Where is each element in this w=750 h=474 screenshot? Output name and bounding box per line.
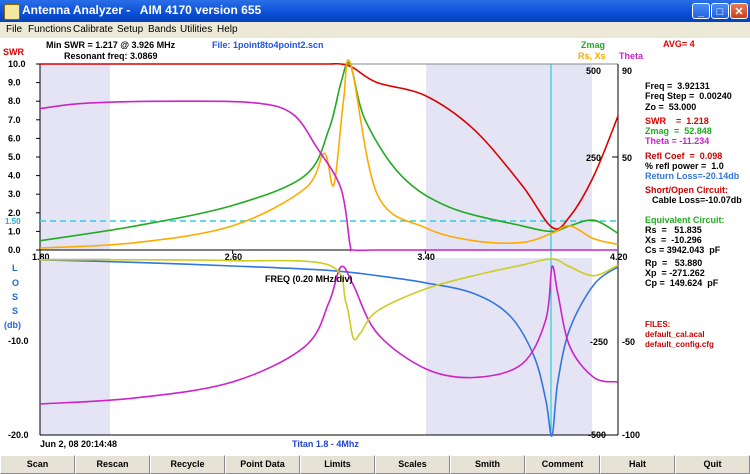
app-icon <box>4 4 20 20</box>
readout-zo: Zo = 53.000 <box>645 102 697 112</box>
rsxs-legend: Rs, Xs <box>578 51 606 61</box>
maximize-button[interactable]: □ <box>711 3 729 19</box>
readout-cp: Cp = 149.624 pF <box>645 278 719 288</box>
swr-tick-label: 3.0 <box>8 189 21 199</box>
readout-step: Freq Step = 0.00240 <box>645 91 732 101</box>
menu-utilities[interactable]: Utilities <box>180 24 212 35</box>
menu-functions[interactable]: Functions <box>28 24 71 35</box>
menu-bar: File Functions Calibrate Setup Bands Uti… <box>0 22 750 38</box>
cal-file: default_cal.acal <box>645 330 705 339</box>
swr-tick-label: 0.0 <box>8 245 21 255</box>
band-lower-80m <box>426 258 592 435</box>
rl-tick-20: -20.0 <box>8 430 29 440</box>
theta-legend: Theta <box>619 51 644 61</box>
readout-short-open: Short/Open Circuit: <box>645 185 728 195</box>
avg-text: AVG= 4 <box>663 39 695 49</box>
recycle-button[interactable]: Recycle <box>150 455 225 474</box>
readout-refl-coef: Refl Coef = 0.098 <box>645 151 723 161</box>
readout-xp: Xp = -271.262 <box>645 268 705 278</box>
swr-tick-label: 5.0 <box>8 152 21 162</box>
smith-button[interactable]: Smith <box>450 455 525 474</box>
x-axis-label: FREQ (0.20 MHz/div) <box>265 274 353 284</box>
readout-cs: Cs = 3942.043 pF <box>645 245 721 255</box>
lower-tick-m500: -500 <box>588 430 606 440</box>
band-upper-80m <box>426 64 592 250</box>
loss-label-s2: S <box>12 306 18 316</box>
menu-setup[interactable]: Setup <box>117 24 143 35</box>
swr-tick-label: 4.0 <box>8 171 21 181</box>
menu-file[interactable]: File <box>6 24 22 35</box>
minimize-button[interactable]: _ <box>692 3 710 19</box>
comment-button[interactable]: Comment <box>525 455 600 474</box>
loss-label-o: O <box>12 278 19 288</box>
model-text: Titan 1.8 - 4Mhz <box>292 439 359 449</box>
files-heading: FILES: <box>645 320 671 329</box>
lower-tick-m50: -50 <box>622 337 635 347</box>
readout-return-loss: Return Loss=-20.14db <box>645 171 740 181</box>
min-swr-text: Min SWR = 1.217 @ 3.926 MHz <box>46 40 176 50</box>
window-title: Antenna Analyzer - AIM 4170 version 655 <box>22 3 262 17</box>
x-tick-label: 4.20 <box>610 252 628 262</box>
close-button[interactable]: ✕ <box>730 3 748 19</box>
limits-button[interactable]: Limits <box>300 455 375 474</box>
z-tick-500: 500 <box>586 66 601 76</box>
config-file: default_config.cfg <box>645 340 714 349</box>
quit-button[interactable]: Quit <box>675 455 750 474</box>
loss-label-s1: S <box>12 292 18 302</box>
readout-zmag: Zmag = 52.848 <box>645 126 712 136</box>
swr-tick-label: 6.0 <box>8 133 21 143</box>
scan-button[interactable]: Scan <box>0 455 75 474</box>
readout-rp: Rp = 53.880 <box>645 258 703 268</box>
theta-tick-90: 90 <box>622 66 632 76</box>
theta-tick-50: 50 <box>622 153 632 163</box>
title-bar: Antenna Analyzer - AIM 4170 version 655 … <box>0 0 750 22</box>
lower-tick-m250: -250 <box>590 337 608 347</box>
readout-theta: Theta = -11.234 <box>645 136 710 146</box>
swr-ref-label: 1.50 <box>5 217 21 226</box>
scales-button[interactable]: Scales <box>375 455 450 474</box>
plot-area: 10.0 9.0 8.0 7.0 6.0 5.0 4.0 3.0 2.0 1.0 0.0 1.80 2… <box>0 38 750 455</box>
lower-tick-m100: -100 <box>622 430 640 440</box>
swr-tick-label: 10.0 <box>8 59 26 69</box>
analyzer-chart[interactable]: 10.09.08.07.06.05.04.03.02.01.00.0 1.80 2… <box>0 38 750 455</box>
menu-bands[interactable]: Bands <box>148 24 176 35</box>
zmag-legend: Zmag <box>581 40 605 50</box>
swr-tick-label: 1.0 <box>8 226 21 236</box>
swr-tick-label: 7.0 <box>8 115 21 125</box>
file-name-text: File: 1point8to4point2.scn <box>212 40 324 50</box>
resonant-freq-text: Resonant freq: 3.0869 <box>64 51 158 61</box>
timestamp: Jun 2, 08 20:14:48 <box>40 439 117 449</box>
button-bar: Scan Rescan Recycle Point Data Limits Sc… <box>0 455 750 474</box>
readout-cable-loss: Cable Loss=-10.07db <box>652 195 742 205</box>
point-data-button[interactable]: Point Data <box>225 455 300 474</box>
readout-xs: Xs = -10.296 <box>645 235 702 245</box>
x-tick-label: 3.40 <box>417 252 435 262</box>
band-upper-160m <box>40 64 110 250</box>
band-lower-160m <box>40 258 110 435</box>
readout-swr: SWR = 1.218 <box>645 116 709 126</box>
swr-tick-label: 8.0 <box>8 96 21 106</box>
readout-equiv-circuit: Equivalent Circuit: <box>645 215 725 225</box>
readout-rs: Rs = 51.835 <box>645 225 702 235</box>
menu-calibrate[interactable]: Calibrate <box>73 24 113 35</box>
loss-label-db: (db) <box>4 320 21 330</box>
readout-refl-power: % refl power = 1.0 <box>645 161 724 171</box>
rescan-button[interactable]: Rescan <box>75 455 150 474</box>
halt-button[interactable]: Halt <box>600 455 675 474</box>
loss-label-l: L <box>12 263 18 273</box>
menu-help[interactable]: Help <box>217 24 238 35</box>
rl-tick-10: -10.0 <box>8 336 29 346</box>
swr-tick-label: 9.0 <box>8 78 21 88</box>
z-tick-250: 250 <box>586 153 601 163</box>
swr-axis-label: SWR <box>3 47 24 57</box>
readout-freq: Freq = 3.92131 <box>645 81 710 91</box>
